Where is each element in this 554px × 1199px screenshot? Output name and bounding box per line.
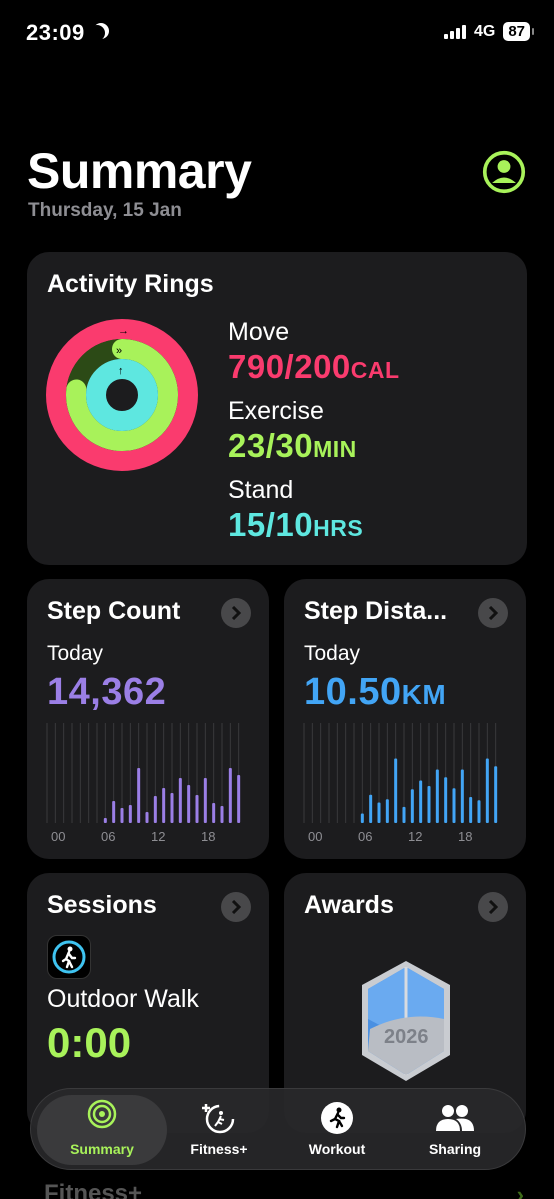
hour-bar xyxy=(469,797,473,823)
move-label: Move xyxy=(228,318,290,346)
step-distance-value: 10.50KM xyxy=(304,671,447,713)
battery-icon: 87 xyxy=(503,22,534,41)
step-distance-card[interactable]: Step Dista... Today 10.50KM 00 06 12 18 xyxy=(284,579,526,859)
sessions-title: Sessions xyxy=(47,891,157,919)
step-count-chart: 00 06 12 18 xyxy=(46,723,241,844)
peek-chevron-icon: › xyxy=(516,1182,524,1199)
step-distance-period: Today xyxy=(304,642,361,665)
outdoor-walk-icon xyxy=(47,935,91,979)
hour-bar xyxy=(212,803,216,823)
chevron-right-icon[interactable] xyxy=(478,598,508,628)
tab-summary[interactable]: Summary xyxy=(37,1095,167,1165)
chevron-right-icon[interactable] xyxy=(221,598,251,628)
hour-bar xyxy=(228,768,232,823)
fitness-plus-icon xyxy=(202,1104,235,1134)
hour-bar xyxy=(452,788,456,823)
hour-bar xyxy=(435,769,439,823)
hour-tick-label: 12 xyxy=(151,829,165,844)
hour-tick-label: 18 xyxy=(201,829,215,844)
hour-bar xyxy=(103,818,107,823)
tab-sharing[interactable]: Sharing xyxy=(395,1089,515,1171)
tab-bar: Summary Fitness+ Workout Sharing xyxy=(30,1088,526,1170)
hour-bar xyxy=(120,808,124,823)
hour-bar xyxy=(112,801,116,823)
hour-bar xyxy=(385,799,389,823)
hour-bar xyxy=(145,812,149,823)
hour-bar xyxy=(203,778,207,823)
hour-bar xyxy=(178,778,182,823)
tab-fitness-plus[interactable]: Fitness+ xyxy=(159,1089,279,1171)
move-value: 790/200CAL xyxy=(228,348,400,385)
hour-bar xyxy=(460,769,464,823)
moon-icon xyxy=(89,25,105,41)
move-arrow-icon: → xyxy=(118,325,129,337)
hour-bar xyxy=(187,785,191,823)
workout-duration: 0:00 xyxy=(47,1019,132,1066)
hour-bar xyxy=(170,793,174,823)
hour-bar xyxy=(419,780,423,823)
exercise-label: Exercise xyxy=(228,397,324,425)
hour-tick-label: 00 xyxy=(51,829,65,844)
chevron-right-icon[interactable] xyxy=(221,892,251,922)
step-distance-title: Step Dista... xyxy=(304,597,448,625)
awards-title: Awards xyxy=(304,891,394,919)
hour-bar xyxy=(369,794,373,823)
hour-bar xyxy=(485,758,489,823)
hour-bar xyxy=(162,788,166,823)
step-count-title: Step Count xyxy=(47,597,181,625)
hour-bar xyxy=(195,795,199,823)
status-time: 23:09 xyxy=(26,20,107,46)
hour-bar xyxy=(137,768,141,823)
fitness-plus-peek: Fitness+ xyxy=(44,1180,143,1199)
hour-tick-label: 06 xyxy=(101,829,115,844)
hour-bar xyxy=(237,775,241,823)
hour-bar xyxy=(377,802,381,823)
activity-rings-card[interactable]: Activity Rings → » ↑ Move 790/200CAL Exe… xyxy=(27,252,527,565)
hour-bar xyxy=(394,758,398,823)
summary-rings-icon xyxy=(87,1099,117,1129)
chevron-right-icon[interactable] xyxy=(478,892,508,922)
page-date: Thursday, 15 Jan xyxy=(28,200,182,221)
hour-bar xyxy=(427,786,431,823)
activity-rings-title: Activity Rings xyxy=(47,270,214,298)
step-distance-chart: 00 06 12 18 xyxy=(303,723,498,844)
signal-icon xyxy=(443,24,466,39)
stand-label: Stand xyxy=(228,476,294,504)
step-count-period: Today xyxy=(47,642,104,665)
hour-bar xyxy=(410,789,414,823)
step-count-value: 14,362 xyxy=(47,671,167,713)
tab-workout[interactable]: Workout xyxy=(277,1089,397,1171)
hour-tick-label: 06 xyxy=(358,829,372,844)
stand-arrow-icon: ↑ xyxy=(118,365,124,377)
hour-bar xyxy=(128,805,132,823)
hour-tick-label: 18 xyxy=(458,829,472,844)
stand-value: 15/10HRS xyxy=(228,506,364,543)
activity-rings-chart: → » ↑ xyxy=(46,319,198,471)
hour-bar xyxy=(360,813,364,823)
award-badge-icon: 2026 xyxy=(362,961,450,1081)
workout-name: Outdoor Walk xyxy=(47,985,199,1013)
hour-bar xyxy=(153,796,157,823)
hour-bar xyxy=(402,806,406,823)
profile-icon[interactable] xyxy=(480,150,528,194)
hour-bar xyxy=(494,766,498,823)
hour-bar xyxy=(220,806,224,823)
hour-tick-label: 00 xyxy=(308,829,322,844)
award-badge-year: 2026 xyxy=(384,1026,429,1048)
network-type: 4G xyxy=(473,22,496,40)
exercise-arrow-icon: » xyxy=(116,345,122,357)
exercise-value: 23/30MIN xyxy=(228,427,357,464)
hour-bar xyxy=(477,800,481,823)
hour-tick-label: 12 xyxy=(408,829,422,844)
hour-bar xyxy=(444,777,448,823)
sharing-people-icon xyxy=(436,1105,474,1131)
workout-runner-icon xyxy=(321,1102,353,1134)
page-title: Summary xyxy=(27,143,252,199)
step-count-card[interactable]: Step Count Today 14,362 00 06 12 18 xyxy=(27,579,269,859)
